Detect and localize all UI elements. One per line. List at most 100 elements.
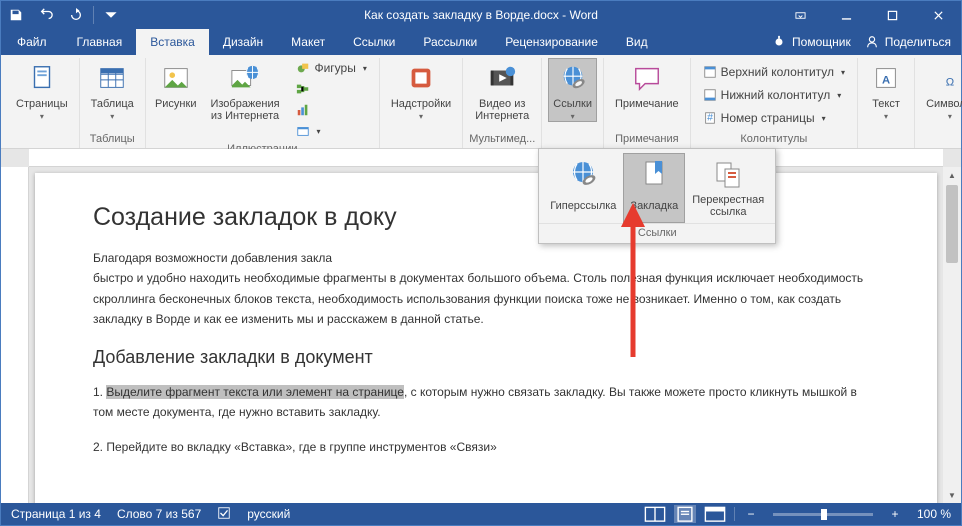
bookmark-button[interactable]: Закладка: [623, 153, 685, 223]
caret-icon: ▾: [571, 112, 575, 121]
symbols-button[interactable]: Ω Символы ▾: [921, 58, 962, 122]
pictures-label: Рисунки: [155, 98, 197, 110]
caret-icon: ▾: [884, 112, 888, 121]
svg-text:A: A: [882, 75, 890, 87]
group-comments-label: Примечания: [615, 131, 679, 146]
tell-me-helper[interactable]: Помощник: [772, 35, 851, 49]
pictures-icon: [160, 62, 192, 94]
qat-customize-button[interactable]: [96, 1, 126, 29]
group-links-label: [571, 131, 574, 146]
video-icon: [486, 62, 518, 94]
group-tables-label: Таблицы: [90, 131, 135, 146]
status-wordcount[interactable]: Слово 7 из 567: [117, 507, 201, 521]
hyperlink-button[interactable]: Гиперссылка: [543, 153, 623, 223]
tab-insert[interactable]: Вставка: [136, 29, 209, 55]
group-headerfooter-label: Колонтитулы: [740, 131, 807, 146]
symbols-label: Символы: [926, 98, 962, 110]
doc-paragraph-1: Благодаря возможности добавления заклабы…: [93, 248, 879, 329]
addins-button[interactable]: Надстройки ▾: [386, 58, 456, 122]
caret-icon: ▾: [40, 112, 44, 121]
pages-button[interactable]: Страницы ▾: [11, 58, 73, 122]
tab-view[interactable]: Вид: [612, 29, 662, 55]
addins-label: Надстройки: [391, 98, 451, 110]
redo-button[interactable]: [61, 1, 91, 29]
document-page[interactable]: Создание закладок в доку Благодаря возмо…: [35, 173, 937, 503]
text-label: Текст: [872, 98, 900, 110]
text-button[interactable]: A Текст ▾: [864, 58, 908, 122]
tab-design[interactable]: Дизайн: [209, 29, 277, 55]
crossref-icon: [712, 158, 744, 190]
bookmark-label: Закладка: [630, 194, 678, 218]
svg-text:#: #: [707, 112, 713, 124]
tab-home[interactable]: Главная: [63, 29, 137, 55]
minimize-button[interactable]: [823, 1, 869, 29]
zoom-in-button[interactable]: +: [887, 507, 903, 521]
undo-button[interactable]: [31, 1, 61, 29]
dropdown-group-label: Ссылки: [539, 223, 775, 243]
ribbon-options-button[interactable]: [777, 1, 823, 29]
zoom-level[interactable]: 100 %: [911, 507, 951, 521]
share-button[interactable]: Поделиться: [865, 35, 951, 49]
group-text-label: [885, 131, 888, 146]
group-symbols-label: [948, 131, 951, 146]
tab-references[interactable]: Ссылки: [339, 29, 409, 55]
save-button[interactable]: [1, 1, 31, 29]
shapes-label: Фигуры: [314, 61, 355, 75]
crossref-button[interactable]: Перекрестная ссылка: [685, 153, 771, 223]
vertical-scrollbar[interactable]: ▲ ▼: [943, 167, 961, 503]
tab-review[interactable]: Рецензирование: [491, 29, 612, 55]
status-spellcheck[interactable]: [217, 506, 231, 523]
tab-mailings[interactable]: Рассылки: [409, 29, 491, 55]
doc-heading-2: Добавление закладки в документ: [93, 347, 879, 368]
vertical-ruler[interactable]: [1, 167, 29, 503]
statusbar: Страница 1 из 4 Слово 7 из 567 русский −…: [1, 503, 961, 525]
share-label: Поделиться: [885, 35, 951, 49]
page-number-button[interactable]: #Номер страницы▾: [697, 108, 851, 128]
pictures-button[interactable]: Рисунки: [152, 58, 200, 111]
status-page[interactable]: Страница 1 из 4: [11, 507, 101, 521]
chart-button[interactable]: [290, 100, 372, 120]
scroll-up-button[interactable]: ▲: [943, 167, 961, 183]
close-button[interactable]: [915, 1, 961, 29]
ribbon-tabstrip: Файл Главная Вставка Дизайн Макет Ссылки…: [1, 29, 961, 55]
ribbon-insert: Страницы ▾ Таблицы Таблица ▾ Таблицы Рис…: [1, 55, 961, 149]
view-printlayout-button[interactable]: [674, 505, 696, 523]
table-button[interactable]: Таблица ▾: [86, 58, 139, 122]
tab-file[interactable]: Файл: [1, 29, 63, 55]
view-weblayout-button[interactable]: [704, 505, 726, 523]
screenshot-button[interactable]: ▾: [290, 121, 372, 141]
view-readmode-button[interactable]: [644, 505, 666, 523]
online-video-button[interactable]: Видео из Интернета: [469, 58, 535, 123]
selected-text: Выделите фрагмент текста или элемент на …: [106, 385, 404, 399]
tab-layout[interactable]: Макет: [277, 29, 339, 55]
scroll-down-button[interactable]: ▼: [943, 487, 961, 503]
video-label: Видео из Интернета: [474, 98, 530, 122]
footer-button[interactable]: Нижний колонтитул▾: [697, 85, 851, 105]
status-language[interactable]: русский: [247, 507, 290, 521]
maximize-button[interactable]: [869, 1, 915, 29]
group-addins-label: [419, 131, 422, 146]
table-label: Таблица: [91, 98, 134, 110]
shapes-button[interactable]: Фигуры▾: [290, 58, 372, 78]
zoom-out-button[interactable]: −: [743, 507, 759, 521]
links-split-button[interactable]: Ссылки ▾: [548, 58, 597, 122]
comment-button[interactable]: Примечание: [610, 58, 684, 111]
links-label: Ссылки: [553, 98, 592, 110]
caret-icon: ▾: [110, 112, 114, 121]
zoom-slider[interactable]: [773, 513, 873, 516]
header-button[interactable]: Верхний колонтитул▾: [697, 62, 851, 82]
pages-label: Страницы: [16, 98, 68, 110]
horizontal-ruler[interactable]: [29, 149, 943, 167]
smartart-button[interactable]: [290, 79, 372, 99]
doc-paragraph-2: 1. Выделите фрагмент текста или элемент …: [93, 382, 879, 423]
bookmark-icon: [638, 158, 670, 190]
helper-label: Помощник: [792, 35, 851, 49]
scroll-thumb[interactable]: [946, 185, 958, 263]
addins-icon: [405, 62, 437, 94]
online-pictures-button[interactable]: Изображения из Интернета: [204, 58, 287, 123]
symbols-icon: Ω: [934, 62, 962, 94]
text-icon: A: [870, 62, 902, 94]
table-icon: [96, 62, 128, 94]
links-icon: [557, 62, 589, 94]
comment-label: Примечание: [615, 98, 679, 110]
